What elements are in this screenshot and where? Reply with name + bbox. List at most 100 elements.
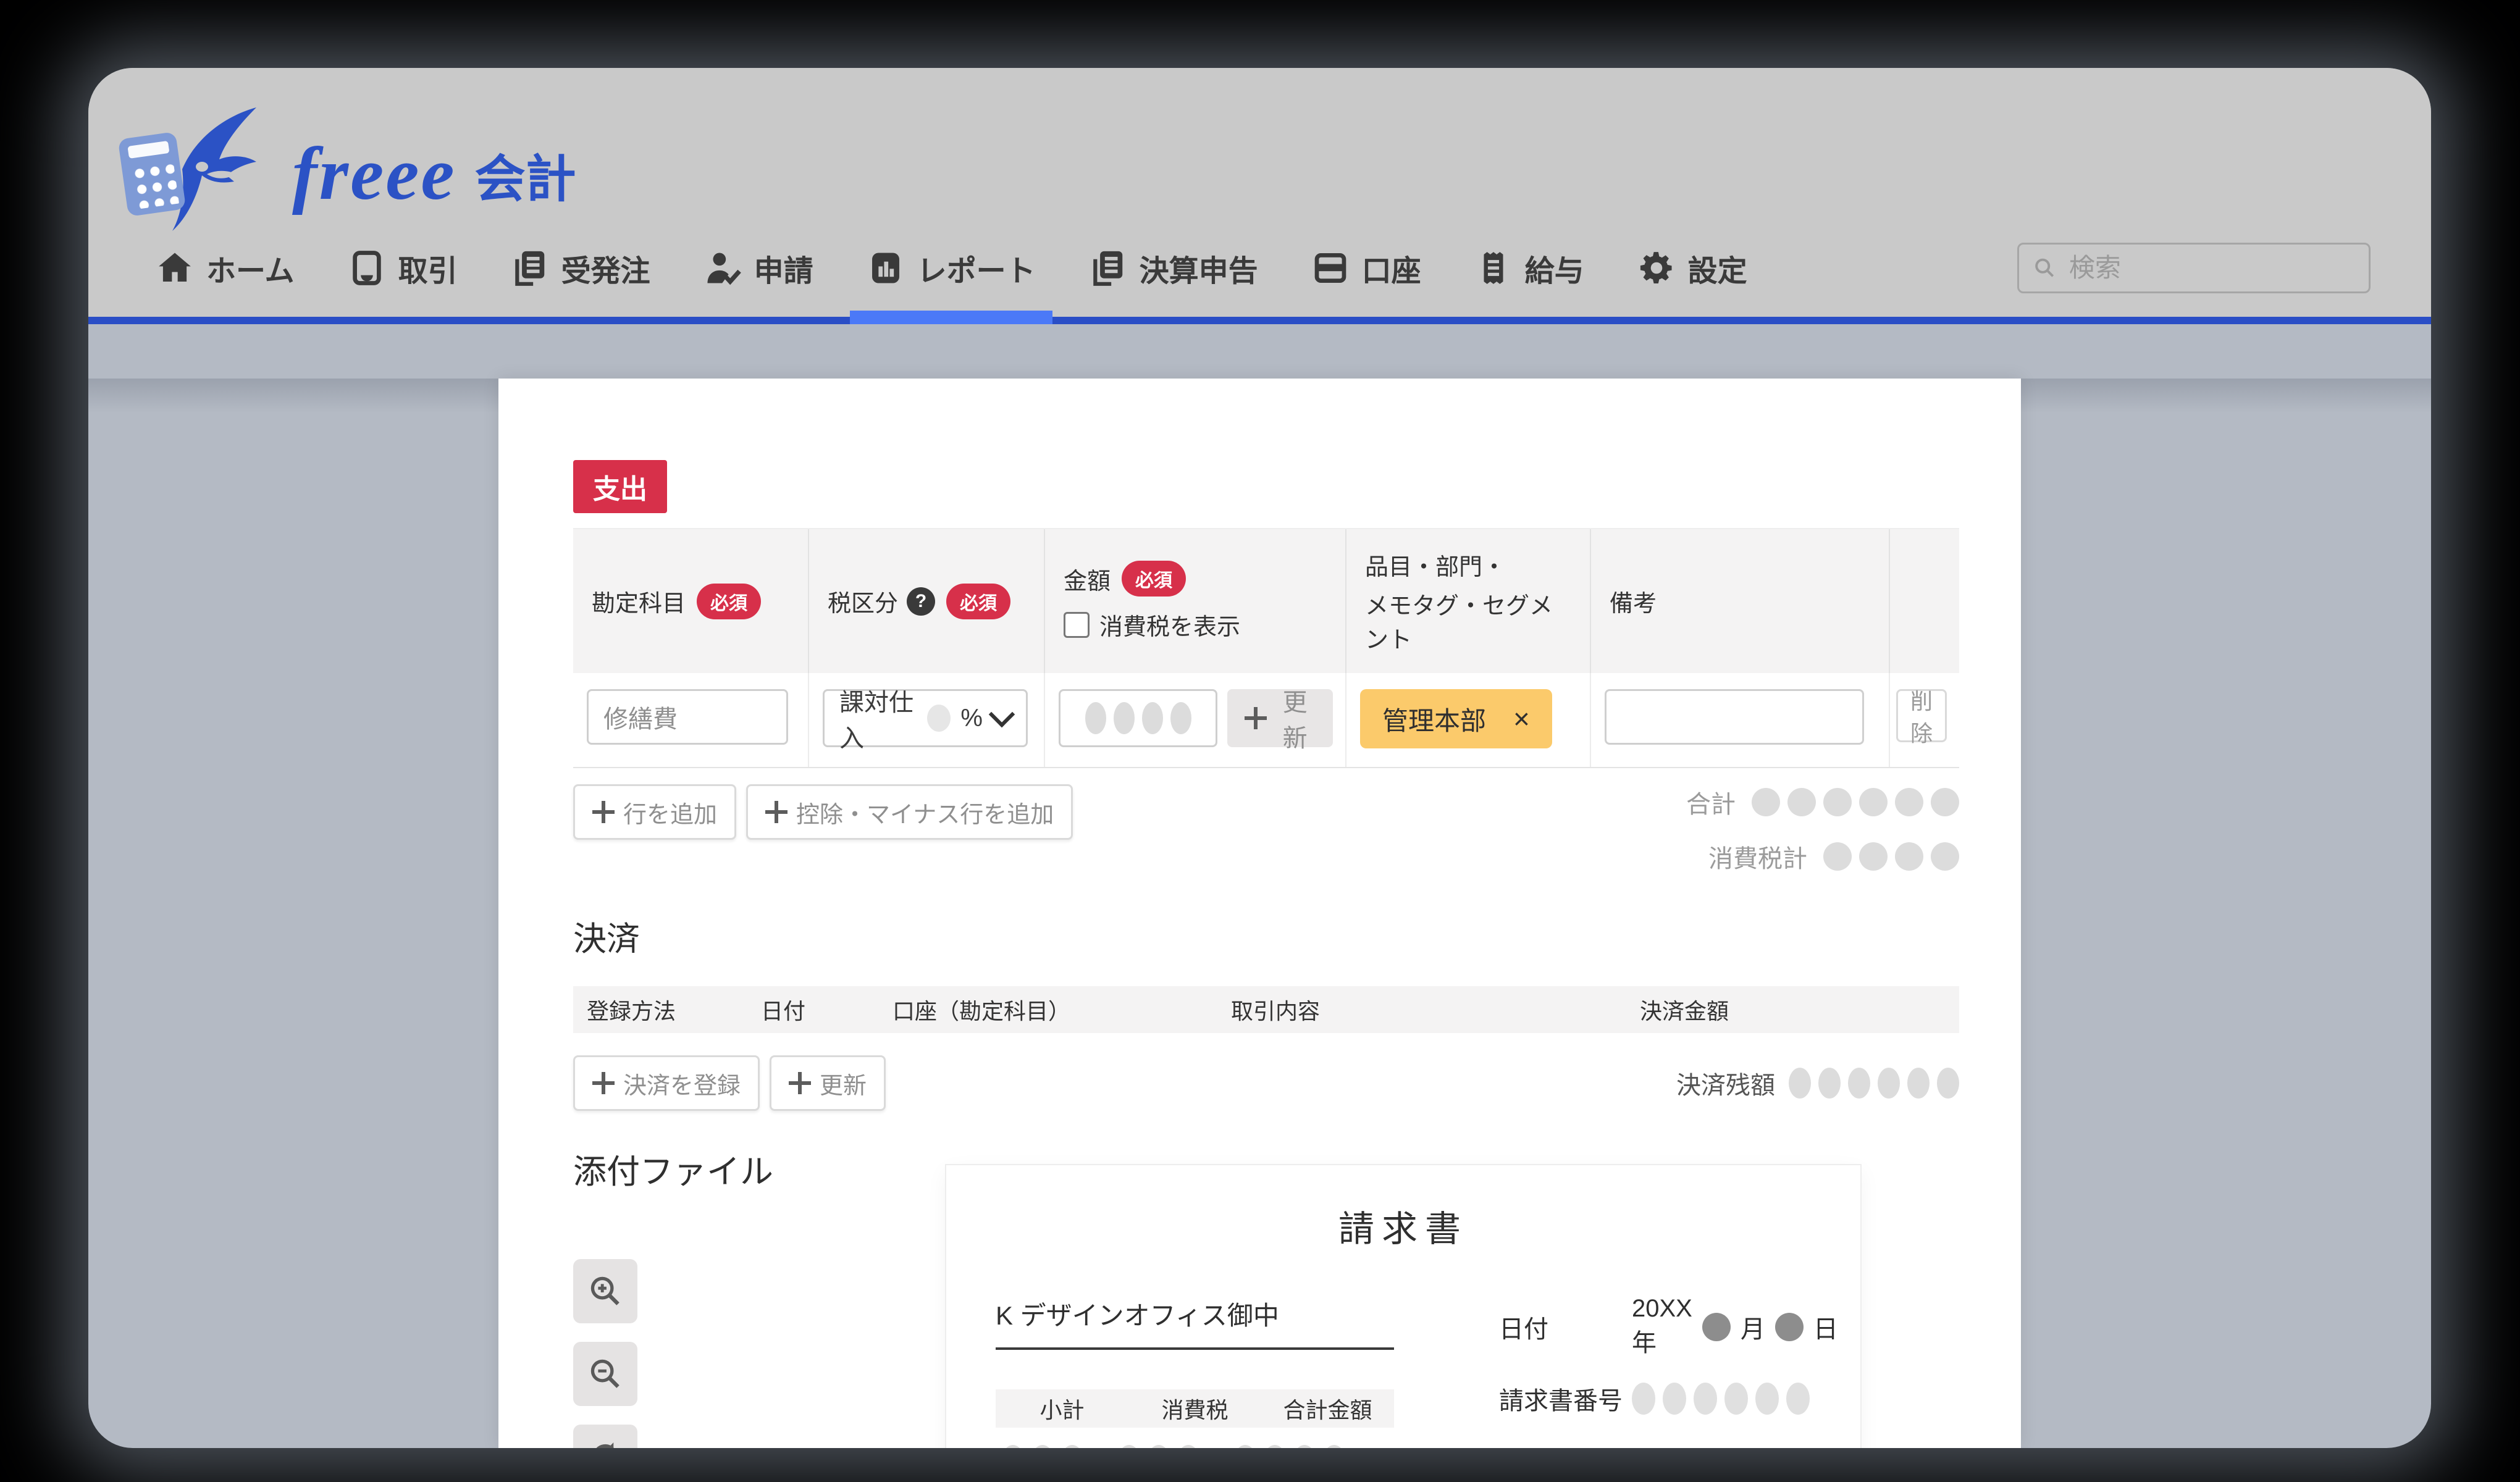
redaction-dot (1859, 842, 1888, 871)
required-badge: 必須 (1122, 561, 1186, 597)
help-icon[interactable]: ? (907, 587, 935, 616)
nav-item-reports[interactable]: レポート (840, 219, 1062, 317)
calculator-logo-icon (118, 132, 187, 217)
redaction-dot (1786, 1383, 1810, 1415)
account-cell (573, 673, 809, 767)
note-cell (1591, 673, 1890, 767)
nav-label: 設定 (1688, 246, 1747, 290)
nav-item-accounts[interactable]: 口座 (1285, 219, 1448, 317)
rotate-button[interactable] (573, 1425, 637, 1448)
plus-icon (1245, 707, 1267, 729)
accounts-icon (1311, 249, 1350, 287)
redacted-subtotal (1002, 1445, 1083, 1448)
col-register-method: 登録方法 (573, 994, 747, 1026)
redacted-total-amount (1234, 1445, 1345, 1448)
col-amount: 金額必須 消費税を表示 (1045, 529, 1346, 673)
redacted-tax-total (1823, 842, 1959, 871)
main-nav: ホーム 取引 受発注 申請 レポート 決算申告 (129, 219, 2431, 317)
invoice-preview: 請求書 K デザインオフィス御中 小計 消費税 合計金額 (946, 1165, 1860, 1448)
redaction-dot (1148, 1445, 1170, 1448)
zoom-in-button[interactable] (573, 1259, 637, 1323)
payroll-icon (1474, 249, 1513, 287)
redaction-dot (1937, 1068, 1959, 1099)
logo-wordmark: freee (292, 131, 456, 217)
department-tag[interactable]: 管理本部 × (1360, 689, 1552, 748)
delete-row-button[interactable]: 削除 (1896, 689, 1947, 742)
nav-item-payroll[interactable]: 給与 (1448, 219, 1611, 317)
settlement-buttons: 決済を登録 更新 (573, 1055, 886, 1111)
expense-table-header: 勘定科目必須 税区分?必須 金額必須 消費税を表示 品目・部門・ メモタグ・セグ… (573, 529, 1959, 673)
redacted-tax-rate (927, 705, 951, 732)
col-amount-label: 金額 (1064, 562, 1111, 596)
redaction-dot (1142, 702, 1163, 734)
nav-label: 申請 (754, 246, 813, 290)
settlement-title: 決済 (573, 911, 1959, 960)
zoom-out-icon (587, 1356, 623, 1392)
nav-item-home[interactable]: ホーム (129, 219, 321, 317)
delete-label: 削除 (1909, 684, 1934, 748)
total-row: 合計 (1686, 784, 1959, 820)
note-input[interactable] (1605, 689, 1864, 745)
nav-item-application[interactable]: 申請 (677, 219, 840, 317)
nav-label: 口座 (1362, 246, 1421, 290)
nav-item-transactions[interactable]: 取引 (321, 219, 484, 317)
preview-toolbar (573, 1259, 637, 1448)
remove-tag-icon[interactable]: × (1513, 702, 1530, 735)
nav-item-tax-return[interactable]: 決算申告 (1062, 219, 1285, 317)
redaction-dot (1085, 702, 1106, 734)
add-row-button[interactable]: 行を追加 (573, 784, 736, 840)
add-deduction-label: 控除・マイナス行を追加 (796, 795, 1054, 829)
settlement-table-header: 登録方法 日付 口座（勘定科目） 取引内容 決済金額 (573, 986, 1959, 1033)
search-input[interactable] (2068, 253, 2355, 283)
register-settlement-button[interactable]: 決済を登録 (573, 1055, 760, 1111)
col-subtotal: 小計 (996, 1392, 1128, 1425)
tax-selected-value: 課対仕入 (839, 682, 917, 754)
redaction-dot (1823, 788, 1852, 816)
attachments-title: 添付ファイル (573, 1144, 773, 1193)
invoice-date-row: 日付 20XX 年 月 日 (1499, 1295, 1838, 1358)
col-transaction-detail: 取引内容 (1217, 994, 1626, 1026)
redaction-dot (1931, 842, 1959, 871)
invoice-number-label: 請求書番号 (1499, 1381, 1632, 1417)
redaction-dot (1848, 1068, 1870, 1099)
col-tax-label: 税区分 (828, 584, 898, 618)
home-icon (156, 249, 194, 287)
settlement-actions: 決済を登録 更新 決済残額 (573, 1055, 1959, 1111)
search-icon (2033, 254, 2057, 282)
amount-input[interactable] (1059, 689, 1217, 747)
account-input[interactable] (587, 689, 788, 745)
global-search[interactable] (2017, 243, 2371, 293)
redacted-balance (1789, 1068, 1959, 1099)
row-actions-cell: 削除 (1890, 673, 1959, 767)
update-settlement-button[interactable]: 更新 (770, 1055, 886, 1111)
nav-label: 取引 (398, 246, 458, 290)
redaction-dot (1859, 788, 1888, 816)
redaction-dot (1177, 1445, 1199, 1448)
rotate-icon (587, 1439, 623, 1448)
invoice-amount-values (996, 1445, 1394, 1448)
orders-icon (511, 249, 549, 287)
swallow-logo-icon (165, 105, 288, 235)
update-amount-button[interactable]: 更新 (1227, 689, 1333, 747)
expense-type-badge: 支出 (573, 460, 667, 513)
tax-select[interactable]: 課対仕入 % (823, 689, 1028, 747)
redaction-dot (1931, 788, 1959, 816)
app-window: freee 会計 ホーム 取引 受発注 申請 レポート (88, 68, 2431, 1448)
redaction-dot (1789, 1068, 1811, 1099)
tax-return-icon (1089, 249, 1127, 287)
col-actions (1890, 529, 1959, 673)
nav-item-orders[interactable]: 受発注 (484, 219, 677, 317)
show-tax-checkbox[interactable] (1064, 612, 1090, 638)
zoom-out-button[interactable] (573, 1342, 637, 1406)
redacted-consumption-tax (1118, 1445, 1199, 1448)
month-suffix: 月 (1741, 1309, 1765, 1345)
table-footer: 行を追加 控除・マイナス行を追加 合計 消費税計 (573, 784, 1959, 874)
required-badge: 必須 (946, 584, 1010, 619)
report-icon (867, 249, 905, 287)
nav-item-settings[interactable]: 設定 (1611, 219, 1774, 317)
add-deduction-row-button[interactable]: 控除・マイナス行を追加 (746, 784, 1073, 840)
redaction-dot (1752, 788, 1780, 816)
col-item-line1: 品目・部門・ (1365, 548, 1571, 582)
department-tag-label: 管理本部 (1382, 700, 1486, 738)
invoice-date-label: 日付 (1499, 1309, 1632, 1345)
